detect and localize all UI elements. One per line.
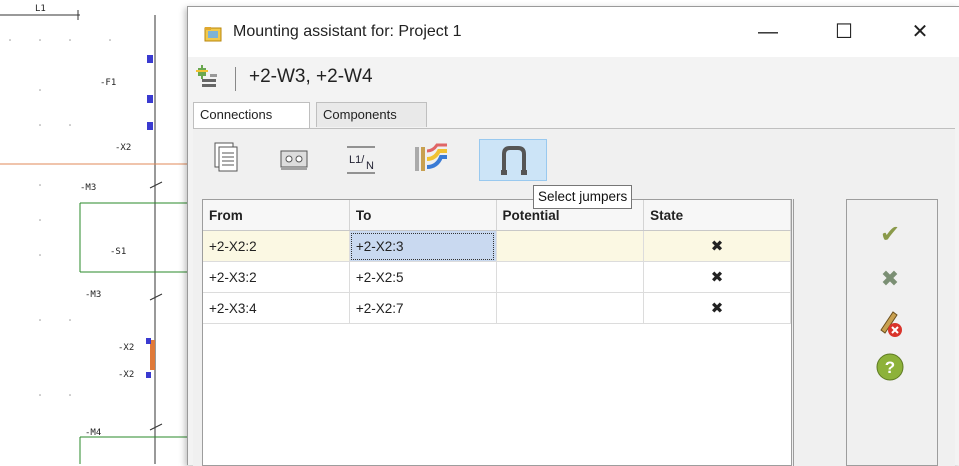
cell-to[interactable]: +2-X2:3 (349, 230, 497, 262)
svg-text:L1/: L1/ (349, 154, 365, 166)
table-header-row: From To Potential State (203, 200, 791, 231)
column-header-to[interactable]: To (349, 200, 497, 231)
wire-bundle-icon[interactable] (411, 139, 451, 179)
schematic-label: -X2 (118, 370, 135, 380)
action-button-panel: ✔ ✖ ? (846, 199, 938, 466)
cell-potential[interactable] (496, 230, 645, 262)
state-cross-icon[interactable]: ✖ (643, 292, 791, 324)
schematic-label: -X2 (118, 343, 135, 353)
svg-text:N: N (366, 160, 374, 172)
cable-connections-icon[interactable] (196, 65, 218, 89)
terminal-icon[interactable] (273, 139, 313, 179)
jumper-icon (501, 146, 527, 175)
header-separator (235, 67, 236, 91)
cable-list: +2-W3, +2-W4 (249, 66, 373, 87)
schematic-label: -X2 (115, 143, 132, 153)
minimize-button[interactable]: — (748, 15, 788, 49)
cell-to[interactable]: +2-X2:5 (349, 261, 497, 293)
help-glyph: ? (885, 358, 895, 377)
connections-panel: L1/ N From To Potential State +2-X2:2 +2… (193, 128, 955, 466)
schematic-drawing (0, 10, 200, 464)
tab-components[interactable]: Components (316, 102, 427, 127)
help-button[interactable]: ? (873, 350, 907, 384)
schematic-label: L1 (35, 4, 46, 14)
cell-from[interactable]: +2-X3:4 (203, 292, 350, 324)
document-list-icon[interactable] (205, 139, 245, 179)
connections-table: From To Potential State +2-X2:2 +2-X2:3 … (203, 200, 791, 324)
schematic-label: -M4 (85, 428, 102, 438)
state-cross-icon[interactable]: ✖ (643, 230, 791, 262)
help-icon: ? (876, 353, 904, 381)
schematic-label: -M3 (85, 290, 102, 300)
cell-to[interactable]: +2-X2:7 (349, 292, 497, 324)
close-button[interactable]: ✕ (900, 15, 940, 49)
potential-l1-n-icon[interactable]: L1/ N (341, 139, 381, 179)
cell-from[interactable]: +2-X3:2 (203, 261, 350, 293)
select-jumpers-button[interactable] (479, 139, 547, 181)
cell-from[interactable]: +2-X2:2 (203, 230, 350, 262)
check-icon: ✔ (879, 221, 901, 248)
state-cross-icon[interactable]: ✖ (643, 261, 791, 293)
cross-icon: ✖ (880, 266, 900, 291)
connections-grid[interactable]: From To Potential State +2-X2:2 +2-X2:3 … (202, 199, 792, 466)
apply-button[interactable]: ✔ (873, 218, 907, 252)
select-jumpers-tooltip: Select jumpers (533, 185, 633, 209)
grid-scroll-area (793, 199, 839, 466)
reject-button[interactable]: ✖ (873, 262, 907, 296)
table-row[interactable]: +2-X2:2 +2-X2:3 ✖ (203, 230, 791, 262)
schematic-label: -S1 (110, 247, 127, 257)
cable-header: +2-W3, +2-W4 (188, 57, 959, 102)
table-row[interactable]: +2-X3:2 +2-X2:5 ✖ (203, 261, 791, 293)
column-header-state[interactable]: State (643, 200, 791, 231)
window-title: Mounting assistant for: Project 1 (233, 23, 462, 40)
cell-potential[interactable] (496, 292, 645, 324)
mounting-assistant-window: Mounting assistant for: Project 1 — ☐ ✕ … (187, 6, 959, 466)
edit-delete-icon (880, 311, 902, 337)
column-header-from[interactable]: From (203, 200, 350, 231)
schematic-label: -M3 (80, 183, 97, 193)
schematic-background: L1 -F1 -X2 -M3 -S1 -M3 -X2 -X2 -M4 (0, 0, 200, 464)
table-row[interactable]: +2-X3:4 +2-X2:7 ✖ (203, 292, 791, 324)
maximize-button[interactable]: ☐ (824, 15, 864, 49)
title-bar[interactable]: Mounting assistant for: Project 1 — ☐ ✕ (188, 7, 959, 57)
cell-potential[interactable] (496, 261, 645, 293)
schematic-label: -F1 (100, 78, 117, 88)
tab-connections[interactable]: Connections (193, 102, 310, 129)
edit-delete-button[interactable] (873, 306, 907, 340)
app-icon (204, 27, 222, 42)
